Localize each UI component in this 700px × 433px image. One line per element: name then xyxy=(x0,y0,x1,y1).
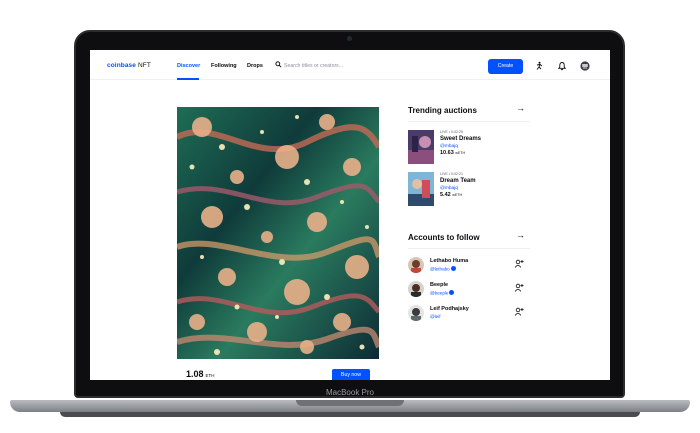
account-handle: @lethabo xyxy=(430,266,468,272)
coinbase-logo[interactable]: coinbase NFT xyxy=(107,62,151,69)
auction-live-timer: LIVE • 0:02:21 xyxy=(440,172,464,176)
avatar xyxy=(408,305,424,321)
app-screen: coinbase NFT Discover Following Drops Sea… xyxy=(90,50,610,380)
laptop-notch xyxy=(296,400,404,406)
active-tab-indicator xyxy=(177,78,199,80)
account-row[interactable]: Beeple @beeple xyxy=(408,281,530,301)
auction-handle[interactable]: @mbajq xyxy=(440,144,481,149)
auction-item[interactable]: LIVE • 0:02:25 Sweet Dreams @mbajq 10.63… xyxy=(408,130,538,166)
tab-following[interactable]: Following xyxy=(211,63,237,69)
auction-title: Dream Team xyxy=(440,178,476,184)
laptop-mockup: coinbase NFT Discover Following Drops Sea… xyxy=(0,0,700,433)
tab-discover[interactable]: Discover xyxy=(177,63,200,69)
account-row[interactable]: Leif Podhajsky @leif xyxy=(408,305,530,325)
accounts-title: Accounts to follow xyxy=(408,233,480,242)
auction-meta: LIVE • 0:02:25 Sweet Dreams @mbajq 10.63… xyxy=(440,130,481,156)
laptop-base-shadow xyxy=(60,412,640,417)
auction-item[interactable]: LIVE • 0:02:21 Dream Team @mbajq 5.42 wE… xyxy=(408,172,538,208)
account-handle: @leif xyxy=(430,314,441,319)
create-button[interactable]: Create xyxy=(488,59,523,74)
search-icon xyxy=(275,61,282,68)
auction-handle[interactable]: @mbajq xyxy=(440,186,476,191)
search-placeholder: Search titles or creators... xyxy=(284,62,344,69)
activity-icon[interactable] xyxy=(534,61,544,71)
auction-price: 10.63 wETH xyxy=(440,150,466,156)
trending-arrow-icon[interactable]: → xyxy=(516,103,525,113)
auction-live-timer: LIVE • 0:02:25 xyxy=(440,130,464,134)
tab-drops[interactable]: Drops xyxy=(247,63,263,69)
profile-avatar[interactable] xyxy=(580,61,590,71)
account-meta: Beeple @beeple xyxy=(430,282,455,296)
featured-price: 1.08 ETH xyxy=(186,369,215,379)
follow-user-icon[interactable] xyxy=(514,307,524,317)
account-name: Leif Podhajsky xyxy=(430,306,469,312)
search-input[interactable]: Search titles or creators... xyxy=(275,61,445,71)
verified-badge-icon xyxy=(449,290,455,295)
bell-icon[interactable] xyxy=(557,61,567,71)
auction-price: 5.42 wETH xyxy=(440,192,463,198)
account-name: Beeple xyxy=(430,282,449,288)
featured-price-row: 1.08 ETH Buy now xyxy=(177,365,379,380)
device-label: MacBook Pro xyxy=(325,388,375,397)
verified-badge-icon xyxy=(450,266,456,271)
account-meta: Lethabo Huma @lethabo xyxy=(430,258,468,272)
auction-meta: LIVE • 0:02:21 Dream Team @mbajq 5.42 wE… xyxy=(440,172,476,198)
follow-user-icon[interactable] xyxy=(514,283,524,293)
account-row[interactable]: Lethabo Huma @lethabo xyxy=(408,257,530,277)
divider xyxy=(408,121,530,122)
auction-thumbnail xyxy=(408,172,434,206)
account-name: Lethabo Huma xyxy=(430,258,469,264)
account-meta: Leif Podhajsky @leif xyxy=(430,306,469,319)
auction-title: Sweet Dreams xyxy=(440,136,482,142)
auction-thumbnail xyxy=(408,130,434,164)
avatar xyxy=(408,281,424,297)
avatar xyxy=(408,257,424,273)
camera-dot xyxy=(347,36,352,41)
account-handle: @beeple xyxy=(430,290,455,296)
follow-user-icon[interactable] xyxy=(514,259,524,269)
buy-now-button[interactable]: Buy now xyxy=(332,369,370,380)
top-nav: coinbase NFT Discover Following Drops Sea… xyxy=(90,50,610,80)
featured-artwork[interactable] xyxy=(177,107,379,359)
trending-title: Trending auctions xyxy=(408,106,477,115)
divider xyxy=(408,248,530,249)
accounts-arrow-icon[interactable]: → xyxy=(516,230,525,240)
